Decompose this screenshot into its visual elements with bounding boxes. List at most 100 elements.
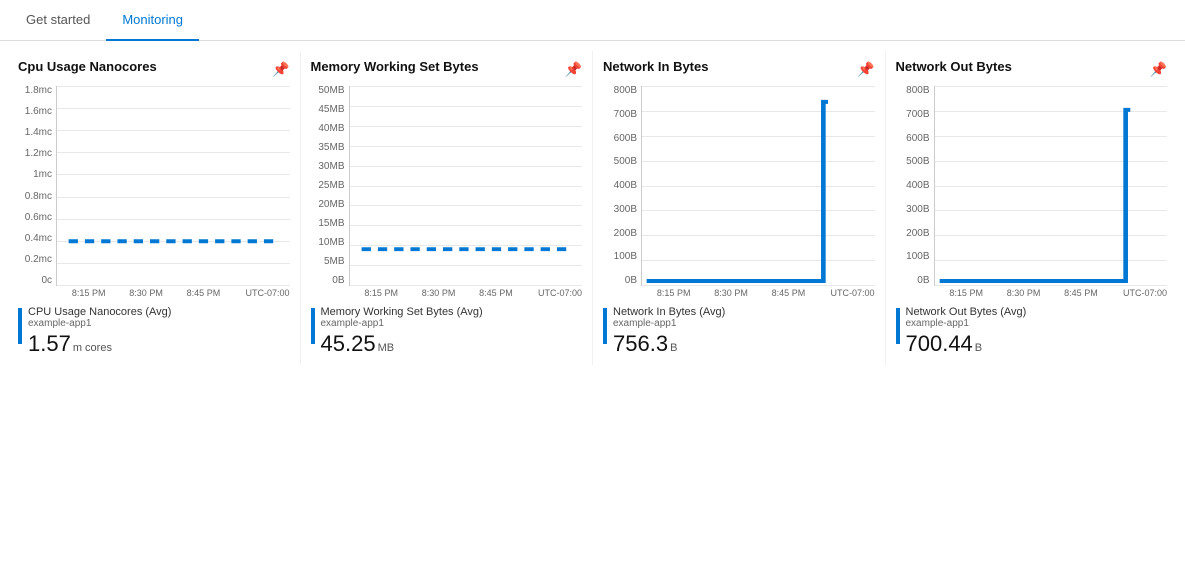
- grid-line: [935, 285, 1168, 286]
- y-label: 600B: [906, 134, 929, 144]
- y-label: 50MB: [318, 86, 344, 96]
- y-label: 35MB: [318, 143, 344, 153]
- chart-panel-network-out: Network Out Bytes 📌 800B 700B 600B 500B 400B 30…: [886, 51, 1178, 365]
- legend-color-bar: [311, 308, 315, 344]
- y-label: 45MB: [318, 105, 344, 115]
- y-label: 1.8mc: [25, 86, 52, 96]
- y-label: 0c: [41, 276, 52, 286]
- x-label: 8:30 PM: [995, 288, 1052, 298]
- tab-monitoring[interactable]: Monitoring: [106, 0, 199, 41]
- legend-network-in: Network In Bytes (Avg)example-app1 756.3B: [603, 306, 875, 357]
- legend-instance: example-app1: [613, 318, 875, 329]
- legend-instance: example-app1: [906, 318, 1168, 329]
- tab-get-started[interactable]: Get started: [10, 0, 106, 41]
- legend-value: 45.25: [321, 331, 376, 357]
- legend-memory: Memory Working Set Bytes (Avg)example-ap…: [311, 306, 583, 357]
- legend-instance: example-app1: [28, 318, 290, 329]
- chart-plot-network-out: [934, 86, 1168, 286]
- y-label: 700B: [614, 110, 637, 120]
- legend-value: 756.3: [613, 331, 668, 357]
- legend-name: Network In Bytes (Avg): [613, 306, 875, 318]
- chart-line-svg-cpu: [57, 86, 290, 285]
- y-label: 200B: [906, 229, 929, 239]
- pin-icon-network-out[interactable]: 📌: [1150, 61, 1167, 78]
- y-label: 100B: [614, 252, 637, 262]
- y-axis-memory: 50MB45MB40MB35MB30MB25MB20MB15MB10MB5MB0…: [311, 86, 349, 286]
- y-label: 0B: [917, 276, 929, 286]
- chart-line-svg-network-out: [935, 86, 1168, 285]
- x-label: UTC-07:00: [525, 288, 582, 298]
- x-label: 8:30 PM: [702, 288, 759, 298]
- grid-line: [350, 285, 583, 286]
- legend-unit: m cores: [73, 342, 112, 354]
- y-label: 400B: [614, 181, 637, 191]
- x-label: 8:45 PM: [760, 288, 817, 298]
- y-label: 500B: [614, 157, 637, 167]
- y-label: 5MB: [324, 257, 345, 267]
- y-label: 800B: [614, 86, 637, 96]
- x-label: 8:45 PM: [467, 288, 524, 298]
- x-label: 8:15 PM: [645, 288, 702, 298]
- y-label: 1mc: [33, 170, 52, 180]
- chart-plot-cpu: [56, 86, 290, 286]
- chart-panel-memory: Memory Working Set Bytes 📌 50MB 45MB 40MB 35M…: [301, 51, 594, 365]
- y-label: 0.2mc: [25, 255, 52, 265]
- y-label: 1.6mc: [25, 107, 52, 117]
- x-label: 8:15 PM: [353, 288, 410, 298]
- x-label: 8:30 PM: [117, 288, 174, 298]
- x-label: 8:30 PM: [410, 288, 467, 298]
- grid-line: [642, 285, 875, 286]
- x-axis-network-in: 8:15 PM8:30 PM8:45 PMUTC-07:00: [645, 288, 875, 298]
- y-axis-cpu: 1.8mc1.6mc1.4mc1.2mc1mc0.8mc0.6mc0.4mc0.…: [18, 86, 56, 286]
- legend-color-bar: [603, 308, 607, 344]
- chart-line-svg-memory: [350, 86, 583, 285]
- chart-title-network-out: Network Out Bytes: [896, 59, 1012, 76]
- y-label: 0B: [625, 276, 637, 286]
- x-label: UTC-07:00: [817, 288, 874, 298]
- legend-name: CPU Usage Nanocores (Avg): [28, 306, 290, 318]
- chart-title-memory: Memory Working Set Bytes: [311, 59, 479, 76]
- y-label: 200B: [614, 229, 637, 239]
- y-label: 100B: [906, 252, 929, 262]
- x-label: UTC-07:00: [232, 288, 289, 298]
- y-label: 1.2mc: [25, 149, 52, 159]
- y-label: 400B: [906, 181, 929, 191]
- legend-color-bar: [18, 308, 22, 344]
- y-label: 0.4mc: [25, 234, 52, 244]
- x-axis-network-out: 8:15 PM8:30 PM8:45 PMUTC-07:00: [938, 288, 1168, 298]
- legend-value: 700.44: [906, 331, 973, 357]
- y-label: 20MB: [318, 200, 344, 210]
- legend-cpu: CPU Usage Nanocores (Avg)example-app1 1.5…: [18, 306, 290, 357]
- pin-icon-cpu[interactable]: 📌: [272, 61, 289, 78]
- pin-icon-memory[interactable]: 📌: [565, 61, 582, 78]
- y-label: 0.8mc: [25, 192, 52, 202]
- chart-plot-network-in: [641, 86, 875, 286]
- legend-unit: B: [975, 342, 982, 354]
- legend-name: Memory Working Set Bytes (Avg): [321, 306, 583, 318]
- y-label: 300B: [906, 205, 929, 215]
- y-label: 300B: [614, 205, 637, 215]
- y-label: 500B: [906, 157, 929, 167]
- y-label: 1.4mc: [25, 128, 52, 138]
- x-label: 8:45 PM: [175, 288, 232, 298]
- x-axis-cpu: 8:15 PM8:30 PM8:45 PMUTC-07:00: [60, 288, 290, 298]
- chart-panel-network-in: Network In Bytes 📌 800B 700B 600B 500B 400B 300…: [593, 51, 886, 365]
- y-label: 700B: [906, 110, 929, 120]
- legend-instance: example-app1: [321, 318, 583, 329]
- x-label: 8:15 PM: [60, 288, 117, 298]
- y-label: 800B: [906, 86, 929, 96]
- chart-plot-memory: [349, 86, 583, 286]
- x-axis-memory: 8:15 PM8:30 PM8:45 PMUTC-07:00: [353, 288, 583, 298]
- chart-title-network-in: Network In Bytes: [603, 59, 708, 76]
- legend-unit: B: [670, 342, 677, 354]
- y-label: 0B: [332, 276, 344, 286]
- chart-title-cpu: Cpu Usage Nanocores: [18, 59, 157, 76]
- legend-color-bar: [896, 308, 900, 344]
- pin-icon-network-in[interactable]: 📌: [857, 61, 874, 78]
- x-label: 8:45 PM: [1052, 288, 1109, 298]
- y-label: 40MB: [318, 124, 344, 134]
- y-label: 600B: [614, 134, 637, 144]
- legend-value: 1.57: [28, 331, 71, 357]
- y-axis-network-in: 800B 700B 600B 500B 400B 300B 200B 100B 0B: [603, 86, 641, 286]
- legend-unit: MB: [378, 342, 395, 354]
